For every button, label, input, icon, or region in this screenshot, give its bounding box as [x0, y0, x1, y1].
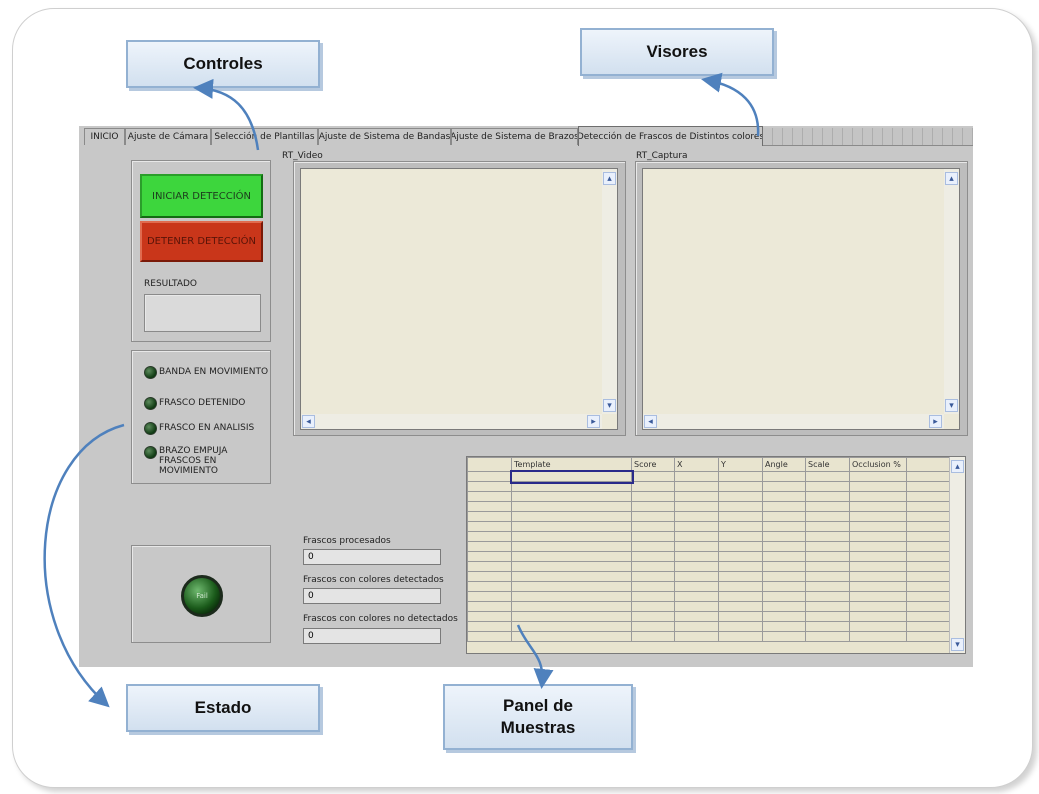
- arrow-panel-muestras: [516, 624, 554, 689]
- arrow-estado: [43, 423, 125, 708]
- callout-arrows: [43, 72, 760, 708]
- arrow-controles: [193, 78, 260, 151]
- arrow-visores: [701, 72, 760, 137]
